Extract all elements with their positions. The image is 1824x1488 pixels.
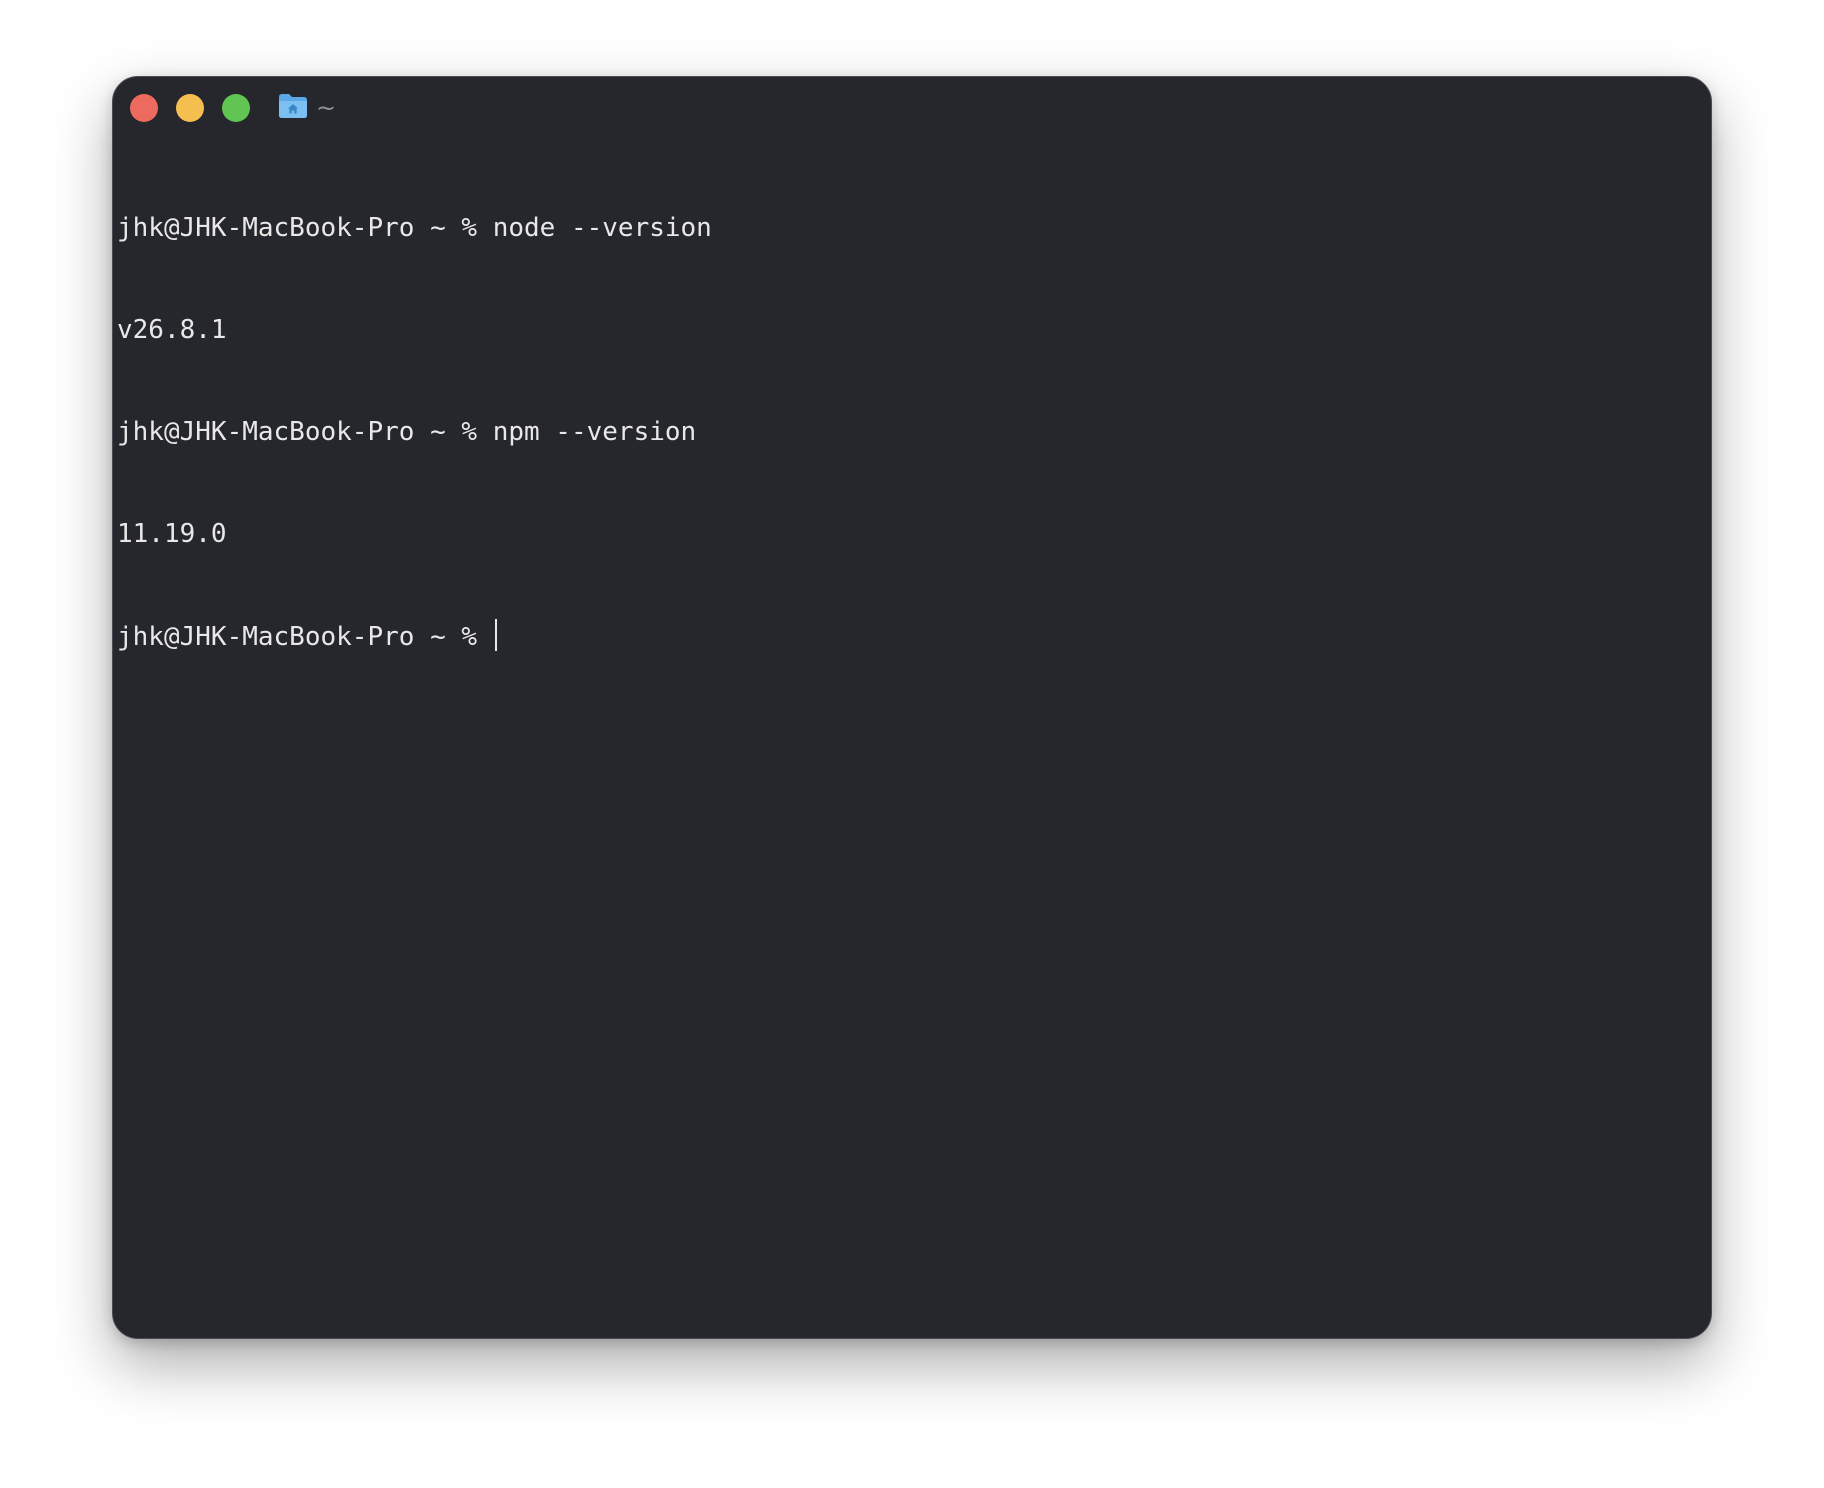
minimize-button[interactable] [176,94,204,122]
terminal-line: 11.19.0 [117,517,1711,551]
prompt: jhk@JHK-MacBook-Pro ~ % [117,213,493,243]
prompt: jhk@JHK-MacBook-Pro ~ % [117,417,493,447]
zoom-button[interactable] [222,94,250,122]
text-cursor [494,619,497,651]
command-text: node --version [492,213,712,243]
terminal-window: ~ jhk@JHK-MacBook-Pro ~ % node --version… [112,76,1712,1339]
terminal-output[interactable]: jhk@JHK-MacBook-Pro ~ % node --version v… [117,143,1711,1338]
command-text: npm --version [492,417,697,447]
title-bar[interactable]: ~ [113,77,1711,139]
window-title: ~ [316,94,337,122]
home-folder-icon [279,94,307,118]
output-text: v26.8.1 [117,315,227,345]
output-text: 11.19.0 [117,519,227,549]
terminal-line: jhk@JHK-MacBook-Pro ~ % node --version [117,211,1711,245]
terminal-line: v26.8.1 [117,313,1711,347]
terminal-line: jhk@JHK-MacBook-Pro ~ % npm --version [117,415,1711,449]
close-button[interactable] [130,94,158,122]
terminal-line[interactable]: jhk@JHK-MacBook-Pro ~ % [117,619,1711,653]
prompt: jhk@JHK-MacBook-Pro ~ % [117,622,493,652]
